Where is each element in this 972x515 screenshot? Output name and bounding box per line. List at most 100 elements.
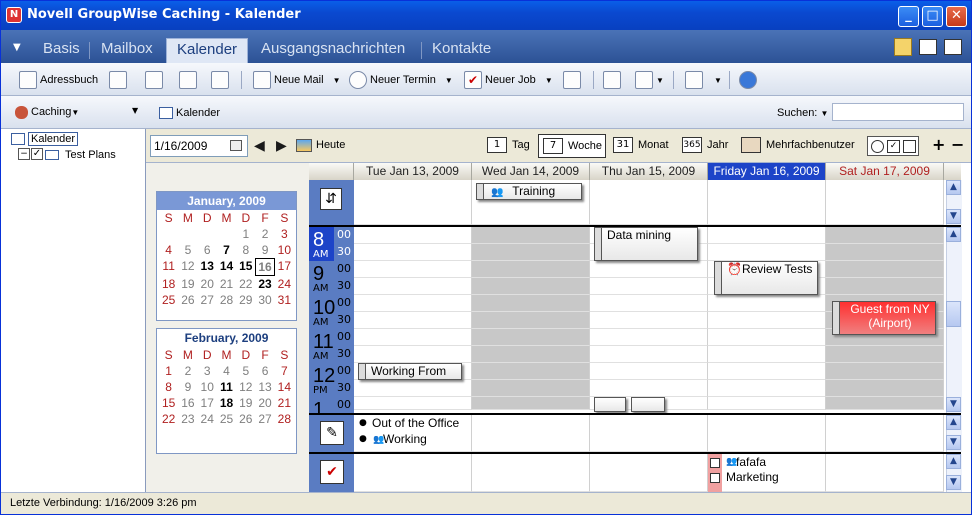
time-slot[interactable]: [708, 363, 826, 380]
new-job-dropdown-icon[interactable]: ▼: [545, 76, 553, 85]
time-slot[interactable]: [708, 227, 826, 244]
search-label[interactable]: Suchen: ▼: [777, 107, 828, 119]
day-cell[interactable]: 9: [255, 242, 274, 258]
day-cell[interactable]: 20: [198, 276, 217, 292]
day-cell[interactable]: 24: [275, 276, 294, 292]
day-cell[interactable]: 28: [217, 292, 236, 308]
all-day-cell[interactable]: [826, 180, 944, 225]
time-slot[interactable]: [354, 312, 472, 329]
time-slot[interactable]: [826, 397, 944, 410]
time-slot[interactable]: [354, 380, 472, 397]
day-cell[interactable]: 31: [275, 292, 294, 308]
time-slot[interactable]: [472, 363, 590, 380]
all-day-cell[interactable]: [354, 180, 472, 225]
day-cell[interactable]: 17: [198, 395, 217, 411]
time-slot[interactable]: [472, 261, 590, 278]
day-cell[interactable]: 10: [198, 379, 217, 395]
scroll-up-button[interactable]: ▲: [946, 227, 961, 242]
new-note-button[interactable]: [563, 69, 584, 91]
day-header[interactable]: Friday Jan 16, 2009: [708, 163, 826, 180]
task-checkbox[interactable]: [710, 458, 720, 468]
day-cell[interactable]: 23: [255, 276, 274, 292]
tree-collapse-icon[interactable]: −: [18, 148, 30, 160]
day-cell[interactable]: 13: [198, 258, 217, 276]
time-slot[interactable]: [826, 261, 944, 278]
panel-view-icon[interactable]: [944, 39, 962, 55]
scroll-up-button[interactable]: ▲: [946, 454, 961, 469]
day-cell[interactable]: 14: [275, 379, 294, 395]
nav-menu-dropdown-icon[interactable]: ▼: [13, 42, 21, 53]
day-cell[interactable]: 4: [217, 363, 236, 379]
layout-button[interactable]: ▼: [635, 69, 664, 91]
day-cell[interactable]: [198, 226, 217, 242]
notes-filter-icon[interactable]: [903, 140, 916, 153]
time-slot[interactable]: [354, 244, 472, 261]
calendar-grid-dropdown-icon[interactable]: ▼: [714, 76, 722, 85]
day-cell[interactable]: 3: [275, 226, 294, 242]
all-day-event[interactable]: 👥 Training: [476, 183, 582, 200]
scroll-down-button[interactable]: ▼: [946, 435, 961, 450]
day-cell[interactable]: [217, 226, 236, 242]
appointment-stub[interactable]: [631, 397, 665, 412]
time-slot[interactable]: [708, 329, 826, 346]
day-cell[interactable]: 1: [236, 226, 255, 242]
tree-item-test-plans[interactable]: Test Plans: [65, 149, 116, 161]
caching-dropdown[interactable]: Caching▼: [31, 106, 79, 118]
view-options-button[interactable]: [603, 69, 624, 91]
close-button[interactable]: ✕: [946, 6, 967, 27]
zoom-in-button[interactable]: +: [932, 135, 945, 154]
pencil-icon[interactable]: ✎: [320, 421, 344, 445]
appointments-filter-icon[interactable]: [871, 140, 884, 153]
tasks-cell[interactable]: [826, 454, 944, 492]
day-cell[interactable]: 15: [236, 258, 255, 276]
day-cell-today[interactable]: 16: [255, 258, 275, 276]
time-slot[interactable]: [472, 312, 590, 329]
time-slot[interactable]: [472, 346, 590, 363]
time-slot[interactable]: [708, 244, 826, 261]
new-job-button[interactable]: ✔ Neuer Job ▼: [464, 69, 553, 91]
task-item[interactable]: fafafa: [736, 455, 766, 469]
maximize-button[interactable]: □: [922, 6, 943, 27]
day-cell[interactable]: 26: [178, 292, 197, 308]
time-slot[interactable]: [708, 397, 826, 410]
time-slot[interactable]: [590, 261, 708, 278]
print-button[interactable]: [145, 69, 166, 91]
scroll-up-button[interactable]: ▲: [946, 415, 961, 430]
previous-arrow-icon[interactable]: ◀: [254, 138, 265, 154]
folders-icon[interactable]: [894, 38, 912, 56]
day-header[interactable]: Tue Jan 13, 2009: [354, 163, 472, 180]
notes-cell[interactable]: [708, 415, 826, 452]
appointment[interactable]: ⏰Review Tests: [714, 261, 818, 295]
day-cell[interactable]: 8: [236, 242, 255, 258]
scroll-down-button[interactable]: ▼: [946, 209, 961, 224]
today-button[interactable]: Heute: [316, 139, 345, 151]
day-cell[interactable]: 22: [236, 276, 255, 292]
tasks-filter-icon[interactable]: ✓: [887, 140, 900, 153]
day-header[interactable]: Wed Jan 14, 2009: [472, 163, 590, 180]
all-day-cell[interactable]: [590, 180, 708, 225]
time-slot[interactable]: [708, 312, 826, 329]
time-slot[interactable]: [826, 244, 944, 261]
day-cell[interactable]: 2: [255, 226, 274, 242]
time-slot[interactable]: [708, 380, 826, 397]
new-mail-dropdown-icon[interactable]: ▼: [333, 76, 341, 85]
time-slot[interactable]: [354, 261, 472, 278]
new-mail-button[interactable]: Neue Mail ▼: [253, 69, 341, 91]
time-slot[interactable]: [354, 295, 472, 312]
new-appointment-dropdown-icon[interactable]: ▼: [445, 76, 453, 85]
day-cell[interactable]: 4: [159, 242, 178, 258]
day-cell[interactable]: 21: [217, 276, 236, 292]
properties-button[interactable]: [109, 69, 130, 91]
day-cell[interactable]: [159, 226, 178, 242]
note-item[interactable]: Working: [383, 432, 427, 446]
day-cell[interactable]: 12: [236, 379, 255, 395]
find-button[interactable]: [179, 69, 200, 91]
time-slot[interactable]: [472, 244, 590, 261]
time-slot[interactable]: [590, 278, 708, 295]
time-slot[interactable]: [354, 329, 472, 346]
task-checkmark-icon[interactable]: ✔: [320, 460, 344, 484]
tasks-cell[interactable]: [590, 454, 708, 492]
test-plans-checkbox[interactable]: ✓: [31, 148, 43, 160]
scroll-down-button[interactable]: ▼: [946, 397, 961, 412]
day-cell[interactable]: 27: [198, 292, 217, 308]
